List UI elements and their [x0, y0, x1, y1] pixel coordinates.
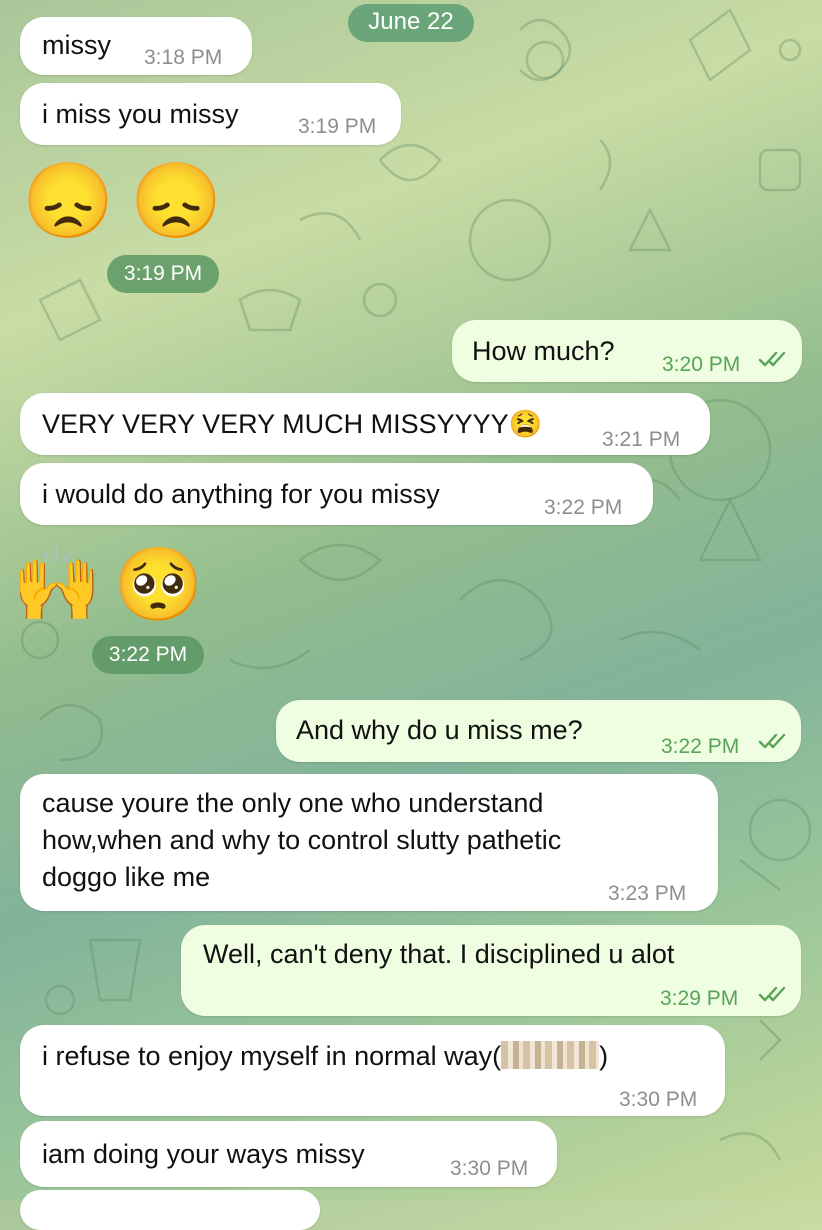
message-time: 3:30 PM — [450, 1157, 529, 1180]
message-time: 3:19 PM — [107, 255, 219, 293]
outgoing-message[interactable]: Well, can't deny that. I disciplined u a… — [181, 925, 801, 1016]
outgoing-message[interactable]: And why do u miss me? 3:22 PM — [276, 700, 801, 762]
message-text: i miss you missy — [42, 99, 239, 129]
incoming-message[interactable]: missy 3:18 PM — [20, 17, 252, 75]
message-time: 3:22 PM — [661, 735, 740, 758]
message-time: 3:22 PM — [544, 496, 623, 519]
message-time: 3:18 PM — [144, 46, 223, 69]
message-time: 3:20 PM — [662, 353, 741, 376]
message-text: VERY VERY VERY MUCH MISSYYYY😫 — [42, 409, 543, 439]
incoming-message[interactable]: VERY VERY VERY MUCH MISSYYYY😫 3:21 PM — [20, 393, 710, 455]
tired-face-emoji: 😫 — [508, 409, 543, 439]
message-time: 3:22 PM — [92, 636, 204, 674]
message-text-line: doggo like me — [42, 862, 211, 892]
incoming-message[interactable]: i refuse to enjoy myself in normal way()… — [20, 1025, 725, 1116]
message-time: 3:19 PM — [298, 115, 377, 138]
message-text: Well, can't deny that. I disciplined u a… — [203, 939, 675, 969]
incoming-message[interactable]: cause youre the only one who understand … — [20, 774, 718, 911]
message-text: i would do anything for you missy — [42, 479, 440, 509]
message-text-line: cause youre the only one who understand — [42, 788, 544, 818]
redacted-text — [501, 1041, 600, 1069]
message-text: iam doing your ways missy — [42, 1139, 365, 1169]
message-time: 3:23 PM — [608, 882, 687, 905]
message-time: 3:29 PM — [660, 987, 739, 1010]
message-text: And why do u miss me? — [296, 715, 583, 745]
incoming-message[interactable]: i would do anything for you missy 3:22 P… — [20, 463, 653, 525]
date-separator: June 22 — [348, 4, 474, 42]
message-text: How much? — [472, 336, 615, 366]
incoming-message[interactable]: iam doing your ways missy 3:30 PM — [20, 1121, 557, 1187]
double-check-icon — [758, 986, 786, 1002]
message-text-line: how,when and why to control slutty pathe… — [42, 825, 562, 855]
double-check-icon — [758, 351, 786, 367]
message-text: i refuse to enjoy myself in normal way() — [42, 1041, 609, 1071]
emoji-message[interactable]: 😞😞 — [22, 156, 238, 246]
double-check-icon — [758, 733, 786, 749]
message-time: 3:30 PM — [619, 1088, 698, 1111]
incoming-message-partial[interactable] — [20, 1190, 320, 1230]
emoji-message[interactable]: 🙌🥺 — [12, 540, 215, 630]
message-time: 3:21 PM — [602, 428, 681, 451]
incoming-message[interactable]: i miss you missy 3:19 PM — [20, 83, 401, 145]
outgoing-message[interactable]: How much? 3:20 PM — [452, 320, 802, 382]
message-text: missy — [42, 30, 111, 60]
